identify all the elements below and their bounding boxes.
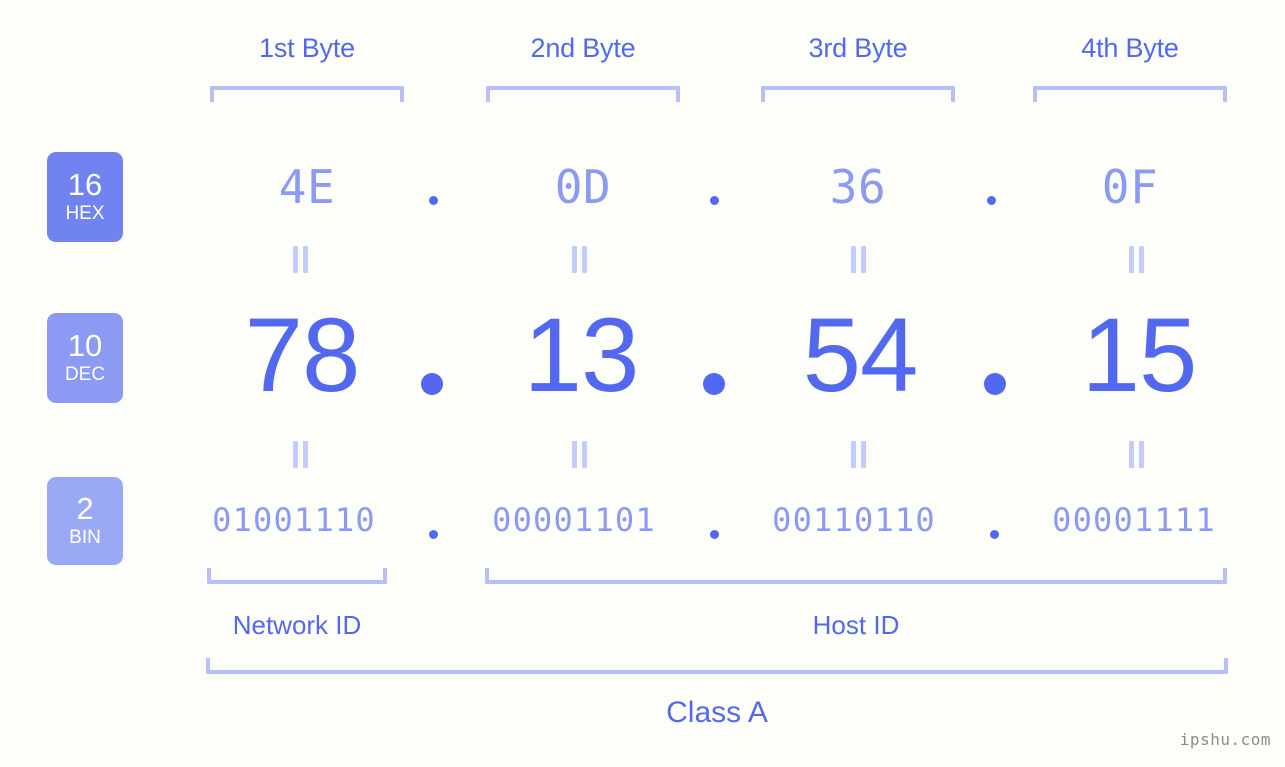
- base-badge-bin-number: 2: [76, 491, 94, 527]
- byte-bracket-4: [1033, 86, 1227, 102]
- byte-header-2: 2nd Byte: [530, 33, 636, 63]
- hex-octet-4: 0F: [1101, 160, 1159, 214]
- base-badge-dec-number: 10: [67, 328, 103, 364]
- base-badge-bin: 2 BIN: [47, 477, 123, 565]
- class-label: Class A: [666, 696, 768, 729]
- hex-separator-dot-1: [429, 196, 438, 205]
- hex-octet-1: 4E: [278, 160, 336, 214]
- bin-separator-dot-1: [429, 530, 438, 539]
- network-id-label: Network ID: [232, 610, 362, 640]
- byte-bracket-2: [486, 86, 680, 102]
- dec-octet-4: 15: [1081, 297, 1198, 414]
- hex-octet-3: 36: [829, 160, 887, 214]
- equals-icon-dec-bin-2: [572, 441, 587, 468]
- bin-separator-dot-2: [710, 530, 719, 539]
- byte-header-1: 1st Byte: [259, 33, 355, 63]
- base-badge-bin-label: BIN: [69, 526, 101, 548]
- base-badge-hex: 16 HEX: [47, 152, 123, 242]
- dec-separator-dot-1: [421, 373, 443, 395]
- host-id-label: Host ID: [812, 610, 900, 640]
- byte-bracket-1: [210, 86, 404, 102]
- equals-icon-dec-bin-3: [851, 441, 866, 468]
- ip-address-breakdown-diagram: 1st Byte 2nd Byte 3rd Byte 4th Byte 16 H…: [0, 0, 1285, 767]
- base-badge-dec-label: DEC: [64, 363, 106, 385]
- bin-octet-4: 00001111: [1052, 501, 1216, 539]
- bin-separator-dot-3: [990, 530, 999, 539]
- base-badge-hex-label: HEX: [65, 202, 105, 224]
- dec-separator-dot-3: [984, 373, 1006, 395]
- byte-header-3: 3rd Byte: [808, 33, 908, 63]
- hex-octet-2: 0D: [554, 160, 612, 214]
- equals-icon-hex-dec-2: [572, 246, 587, 273]
- equals-icon-hex-dec-4: [1129, 246, 1144, 273]
- equals-icon-hex-dec-1: [293, 246, 308, 273]
- bin-octet-3: 00110110: [772, 501, 936, 539]
- class-bracket: [206, 658, 1228, 674]
- dec-octet-2: 13: [523, 297, 640, 414]
- equals-icon-hex-dec-3: [851, 246, 866, 273]
- equals-icon-dec-bin-4: [1129, 441, 1144, 468]
- equals-icon-dec-bin-1: [293, 441, 308, 468]
- byte-bracket-3: [761, 86, 955, 102]
- bin-octet-1: 01001110: [212, 501, 376, 539]
- network-id-bracket: [207, 568, 387, 584]
- dec-octet-3: 54: [802, 297, 919, 414]
- hex-separator-dot-3: [987, 196, 996, 205]
- base-badge-hex-number: 16: [67, 167, 103, 203]
- host-id-bracket: [485, 568, 1227, 584]
- base-badge-dec: 10 DEC: [47, 313, 123, 403]
- dec-separator-dot-2: [703, 373, 725, 395]
- bin-octet-2: 00001101: [492, 501, 656, 539]
- byte-header-4: 4th Byte: [1081, 33, 1179, 63]
- watermark: ipshu.com: [1179, 730, 1271, 749]
- hex-separator-dot-2: [710, 196, 719, 205]
- dec-octet-1: 78: [244, 297, 361, 414]
